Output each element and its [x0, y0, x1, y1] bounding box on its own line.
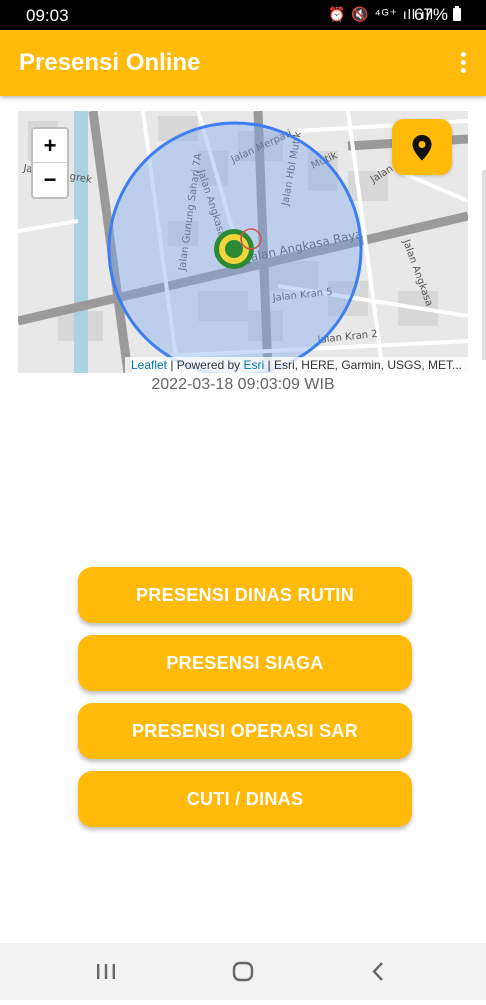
zoom-control: + −: [31, 127, 69, 199]
leaflet-link[interactable]: Leaflet: [131, 358, 167, 372]
more-vert-icon[interactable]: [458, 52, 468, 76]
zoom-out-button[interactable]: −: [33, 163, 67, 196]
app-title: Presensi Online: [19, 49, 201, 76]
zoom-in-button[interactable]: +: [33, 129, 67, 163]
locate-button[interactable]: [392, 119, 452, 175]
presensi-siaga-button[interactable]: PRESENSI SIAGA: [78, 635, 412, 691]
map-marker-icon: [412, 135, 432, 161]
attribution-sources: | Esri, HERE, Garmin, USGS, MET...: [264, 358, 462, 372]
home-icon[interactable]: [213, 943, 273, 1000]
timestamp: 2022-03-18 09:03:09 WIB: [151, 376, 335, 393]
status-time: 09:03: [26, 6, 69, 25]
status-bar: 09:03 ⏰ 🔇 ⁴ᴳ⁺ ıll ıll 67%: [0, 0, 486, 30]
system-nav-bar: [0, 943, 486, 1000]
presensi-dinas-rutin-button[interactable]: PRESENSI DINAS RUTIN: [78, 567, 412, 623]
recents-icon[interactable]: [76, 943, 136, 1000]
edge-panel-handle[interactable]: [482, 170, 486, 360]
esri-link[interactable]: Esri: [244, 358, 265, 372]
battery-icon: [453, 6, 461, 21]
map-attribution: Leaflet | Powered by Esri | Esri, HERE, …: [124, 357, 468, 373]
attribution-text: | Powered by: [167, 358, 244, 372]
back-icon[interactable]: [348, 943, 408, 1000]
cuti-dinas-button[interactable]: CUTI / DINAS: [78, 771, 412, 827]
app-bar: Presensi Online: [0, 30, 486, 96]
presensi-operasi-sar-button[interactable]: PRESENSI OPERASI SAR: [78, 703, 412, 759]
battery-percentage: 67%: [413, 5, 448, 24]
map-view[interactable]: Jalan Merpati Mutik Jalan Hbl Mutik Jala…: [18, 111, 468, 373]
